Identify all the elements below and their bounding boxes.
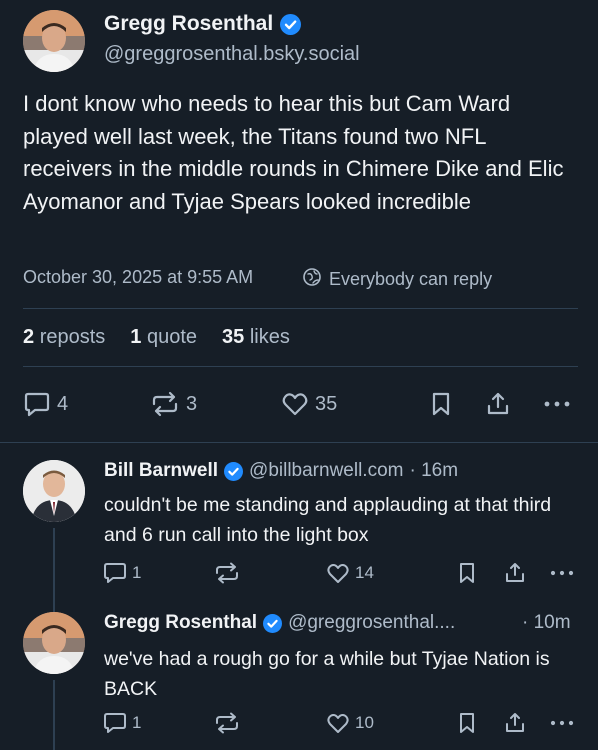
reply-1-share-button[interactable] xyxy=(504,562,526,584)
repost-button[interactable]: 3 xyxy=(150,391,197,417)
verified-icon xyxy=(224,461,244,481)
reply-2-author-handle[interactable]: @greggrosenthal.... xyxy=(288,612,455,634)
quotes-stat[interactable]: 1 quote xyxy=(130,326,197,349)
share-icon xyxy=(506,713,524,732)
reply-count: 4 xyxy=(57,392,69,415)
reply-2-author-name[interactable]: Gregg Rosenthal xyxy=(104,612,257,634)
reply-2-like-count: 10 xyxy=(355,713,374,732)
reply-1-reply-count: 1 xyxy=(132,563,142,582)
reply-setting[interactable]: Everybody can reply xyxy=(302,267,492,292)
divider-main-post xyxy=(0,442,598,443)
reply-1-author-name[interactable]: Bill Barnwell xyxy=(104,460,218,482)
like-icon xyxy=(282,393,308,416)
reply-1-author-handle[interactable]: @billbarnwell.com xyxy=(249,460,403,482)
reply-button[interactable]: 4 xyxy=(23,391,68,417)
more-icon xyxy=(550,570,574,576)
main-author-name[interactable]: Gregg Rosenthal xyxy=(104,12,302,36)
reply-1-text: couldn't be me standing and applauding a… xyxy=(104,494,552,546)
repost-icon xyxy=(216,712,238,734)
stats-row: 2 reposts 1 quote 35 likes xyxy=(23,326,290,349)
like-count: 35 xyxy=(315,392,338,415)
reposts-stat[interactable]: 2 reposts xyxy=(23,326,105,349)
verified-icon xyxy=(280,13,302,35)
reply-icon xyxy=(24,392,50,417)
share-icon xyxy=(487,392,509,415)
repost-icon xyxy=(216,562,238,584)
reply-1-header: Bill Barnwell @billbarnwell.com · 16m xyxy=(104,460,458,482)
reply-setting-label: Everybody can reply xyxy=(329,269,493,289)
reply-2-bookmark-button[interactable] xyxy=(457,712,477,734)
reply-2-time[interactable]: · 10m xyxy=(522,612,571,634)
reply-2-reply-count: 1 xyxy=(132,713,142,732)
reply-1-repost-button[interactable] xyxy=(214,562,240,584)
reply-1-reply-button[interactable]: 1 xyxy=(103,562,141,584)
thread-line-2 xyxy=(53,680,55,750)
like-button[interactable]: 35 xyxy=(281,391,337,417)
reply-1-like-count: 14 xyxy=(355,563,374,582)
bookmark-icon xyxy=(460,713,474,733)
repost-icon xyxy=(152,391,178,417)
share-icon xyxy=(506,563,524,582)
like-icon xyxy=(327,564,349,583)
avatar-reply-2[interactable] xyxy=(23,612,85,674)
share-button[interactable] xyxy=(485,391,511,417)
more-button[interactable] xyxy=(542,391,572,417)
reply-1-time[interactable]: · 16m xyxy=(409,460,458,482)
repost-count: 3 xyxy=(186,392,198,415)
thread-line-1 xyxy=(53,528,55,614)
globe-icon xyxy=(302,267,322,292)
reply-2-more-button[interactable] xyxy=(549,712,575,734)
reply-2-reply-button[interactable]: 1 xyxy=(103,712,141,734)
reply-2-text: we've had a rough go for a while but Tyj… xyxy=(104,648,550,700)
avatar-main-author[interactable] xyxy=(23,10,85,72)
reply-2-like-button[interactable]: 10 xyxy=(326,712,374,734)
reply-1-like-button[interactable]: 14 xyxy=(326,562,374,584)
verified-icon xyxy=(263,613,283,633)
divider-stats-top xyxy=(23,308,578,309)
main-author-name-text[interactable]: Gregg Rosenthal xyxy=(104,12,273,36)
avatar-reply-1[interactable] xyxy=(23,460,85,522)
bookmark-button[interactable] xyxy=(429,391,453,417)
more-icon xyxy=(550,720,574,726)
main-post-timestamp[interactable]: October 30, 2025 at 9:55 AM xyxy=(23,267,253,288)
reply-1-more-button[interactable] xyxy=(549,562,575,584)
bookmark-icon xyxy=(460,563,474,583)
more-icon xyxy=(544,401,570,407)
main-author-handle[interactable]: @greggrosenthal.bsky.social xyxy=(104,43,360,66)
reply-icon xyxy=(104,563,126,583)
divider-stats-bottom xyxy=(23,366,578,367)
main-post-text: I dont know who needs to hear this but C… xyxy=(23,91,564,214)
bookmark-icon xyxy=(432,392,450,416)
reply-icon xyxy=(104,713,126,733)
likes-stat[interactable]: 35 likes xyxy=(222,326,290,349)
reply-2-header: Gregg Rosenthal @greggrosenthal.... xyxy=(104,612,455,634)
like-icon xyxy=(327,714,349,733)
reply-2-repost-button[interactable] xyxy=(214,712,240,734)
reply-1-bookmark-button[interactable] xyxy=(457,562,477,584)
reply-2-share-button[interactable] xyxy=(504,712,526,734)
